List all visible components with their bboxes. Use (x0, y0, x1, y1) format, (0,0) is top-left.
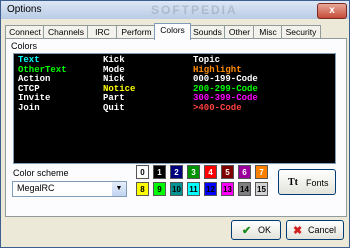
color-scheme-select[interactable]: MegalRC ▼ (12, 181, 127, 197)
tab-label: Other (228, 27, 251, 37)
preview-item-code-400[interactable]: >400-Code (193, 103, 258, 114)
tab-sounds[interactable]: Sounds (189, 25, 226, 39)
tab-colors[interactable]: Colors (154, 23, 191, 40)
color-preview[interactable]: Text OtherText Action CTCP Invite Join K… (13, 53, 336, 164)
palette-color-15[interactable]: 15 (255, 182, 268, 196)
preview-item-quit[interactable]: Quit (103, 103, 135, 114)
palette-color-8[interactable]: 8 (136, 182, 149, 196)
palette-color-4[interactable]: 4 (204, 165, 217, 179)
tab-other[interactable]: Other (224, 25, 255, 39)
cancel-button[interactable]: ✖ Cancel (286, 220, 344, 240)
window-title: Options (7, 4, 42, 15)
fonts-button-label: Fonts (306, 178, 329, 188)
tab-label: Perform (121, 27, 152, 37)
tab-bar: Connect Channels IRC Perform Colors Soun… (5, 23, 345, 40)
palette-color-0[interactable]: 0 (136, 165, 149, 179)
tab-label: Connect (9, 27, 41, 37)
palette-color-13[interactable]: 13 (221, 182, 234, 196)
preview-item-join[interactable]: Join (18, 103, 67, 114)
close-button[interactable]: x (317, 3, 347, 19)
palette-color-9[interactable]: 9 (153, 182, 166, 196)
palette-color-14[interactable]: 14 (238, 182, 251, 196)
close-icon: x (329, 5, 335, 16)
tab-label: Channels (48, 27, 84, 37)
color-scheme-value: MegalRC (17, 183, 55, 193)
tab-label: Security (285, 27, 317, 37)
ok-button[interactable]: ✔ OK (231, 220, 281, 240)
preview-column: Kick Mode Nick Notice Part Quit (103, 55, 135, 114)
tab-security[interactable]: Security (281, 25, 321, 39)
palette-color-5[interactable]: 5 (221, 165, 234, 179)
palette-color-2[interactable]: 2 (170, 165, 183, 179)
fonts-button[interactable]: Tt Fonts (278, 169, 336, 195)
palette-color-11[interactable]: 11 (187, 182, 200, 196)
tab-misc[interactable]: Misc (253, 25, 283, 39)
preview-column: Topic Highlight 000-199-Code 200-299-Cod… (193, 55, 258, 114)
cross-icon: ✖ (293, 225, 303, 237)
colors-group-label: Colors (11, 41, 38, 51)
palette-color-12[interactable]: 12 (204, 182, 217, 196)
palette-color-6[interactable]: 6 (238, 165, 251, 179)
palette-color-3[interactable]: 3 (187, 165, 200, 179)
check-icon: ✔ (242, 225, 252, 237)
tab-connect[interactable]: Connect (5, 25, 45, 39)
palette-color-7[interactable]: 7 (255, 165, 268, 179)
tab-label: Misc (259, 27, 277, 37)
tab-perform[interactable]: Perform (116, 25, 157, 39)
tab-label: IRC (95, 27, 110, 37)
preview-column: Text OtherText Action CTCP Invite Join (18, 55, 67, 114)
chevron-down-icon[interactable]: ▼ (112, 182, 126, 196)
palette-color-10[interactable]: 10 (170, 182, 183, 196)
tab-label: Colors (160, 25, 185, 35)
tab-channels[interactable]: Channels (43, 25, 89, 39)
tab-label: Sounds (193, 27, 222, 37)
options-window: Options SOFTPEDIA x Connect Channels IRC… (0, 0, 350, 248)
palette-color-1[interactable]: 1 (153, 165, 166, 179)
font-icon: Tt (288, 177, 298, 188)
ok-button-label: OK (258, 225, 272, 235)
watermark: SOFTPEDIA (151, 3, 238, 17)
cancel-button-label: Cancel (308, 225, 337, 235)
color-scheme-label: Color scheme (13, 168, 69, 178)
title-bar[interactable]: Options SOFTPEDIA x (1, 1, 349, 19)
tab-irc[interactable]: IRC (87, 25, 118, 39)
